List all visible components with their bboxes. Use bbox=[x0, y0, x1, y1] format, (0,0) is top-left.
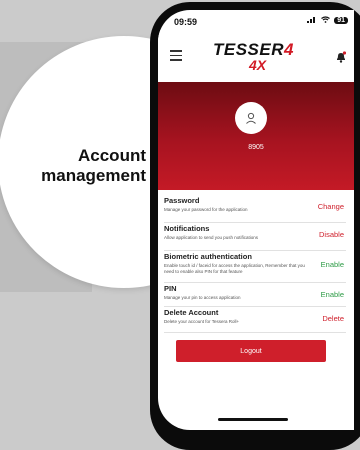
home-indicator bbox=[218, 418, 288, 421]
row-title: Delete Account bbox=[164, 308, 219, 317]
status-time: 09:59 bbox=[174, 17, 198, 27]
row-description: Manage your password for the application bbox=[164, 207, 248, 212]
logo-accent: 4 bbox=[284, 40, 294, 59]
row-description: Manage your pin to access application bbox=[164, 295, 241, 300]
settings-row-pin[interactable]: PIN Manage your pin to access applicatio… bbox=[164, 284, 346, 307]
delete-account-button[interactable]: Delete bbox=[322, 314, 344, 323]
row-title: PIN bbox=[164, 284, 177, 293]
user-icon bbox=[235, 102, 267, 134]
logout-button[interactable]: Logout bbox=[176, 340, 326, 362]
profile-header: 8905 bbox=[158, 82, 354, 190]
settings-row-password[interactable]: Password Manage your password for the ap… bbox=[164, 196, 346, 223]
wifi-icon bbox=[321, 16, 331, 25]
signal-icon bbox=[307, 16, 317, 25]
disable-notifications-button[interactable]: Disable bbox=[319, 230, 344, 239]
settings-row-delete-account[interactable]: Delete Account Delete your account for T… bbox=[164, 308, 346, 333]
row-description: Allow application to send you push notif… bbox=[164, 235, 259, 240]
callout-text: Account management bbox=[6, 146, 146, 186]
app-header: TESSER4 4X bbox=[158, 30, 354, 80]
settings-row-biometric[interactable]: Biometric authentication Enable touch id… bbox=[164, 252, 346, 283]
row-title: Biometric authentication bbox=[164, 252, 252, 261]
menu-icon[interactable] bbox=[170, 50, 182, 61]
settings-row-notifications[interactable]: Notifications Allow application to send … bbox=[164, 224, 346, 251]
battery-indicator: 91 bbox=[334, 17, 348, 24]
row-description: Enable touch id / faceid for access the … bbox=[164, 263, 305, 274]
row-description: Delete your account for Tessera Roll+ bbox=[164, 319, 240, 324]
enable-pin-button[interactable]: Enable bbox=[321, 290, 344, 299]
change-password-button[interactable]: Change bbox=[318, 202, 344, 211]
callout-line-2: management bbox=[41, 166, 146, 185]
enable-biometric-button[interactable]: Enable bbox=[321, 260, 344, 269]
callout-line-1: Account bbox=[78, 146, 146, 165]
phone-screen: 09:59 91 TESSER4 4X 8905 Password Manage… bbox=[158, 10, 354, 430]
status-bar: 09:59 91 bbox=[158, 10, 354, 30]
app-logo: TESSER4 4X bbox=[213, 40, 323, 74]
logo-sub: 4X bbox=[249, 57, 267, 73]
bell-icon[interactable] bbox=[336, 50, 347, 63]
user-id: 8905 bbox=[248, 144, 264, 151]
status-icons: 91 bbox=[307, 16, 348, 25]
